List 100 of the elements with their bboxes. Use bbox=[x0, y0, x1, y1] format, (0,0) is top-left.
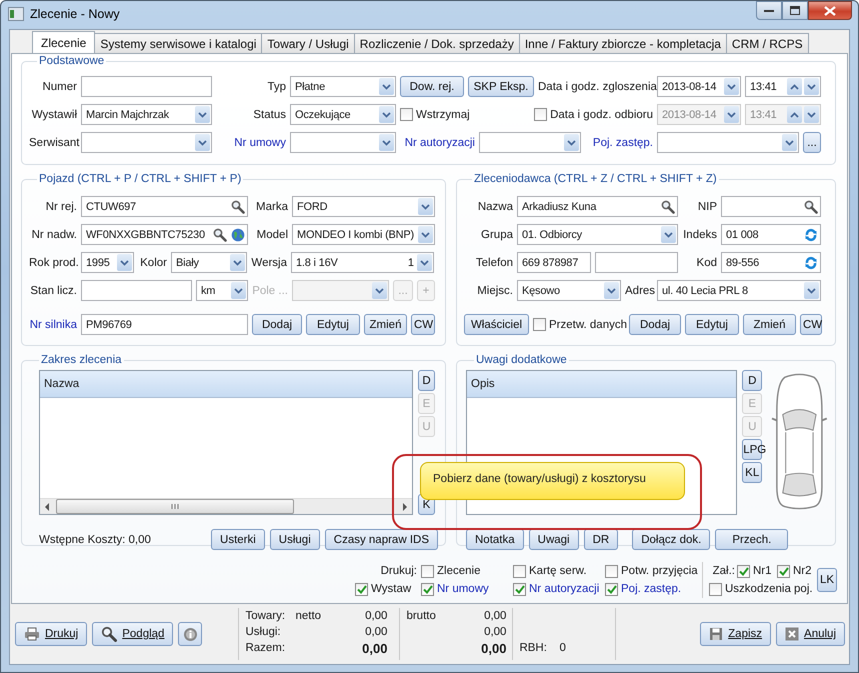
field-label: Serwisant bbox=[29, 136, 77, 148]
minimize-button[interactable] bbox=[756, 1, 782, 20]
dropdown-field[interactable]: MONDEO I kombi (BNP) bbox=[292, 224, 435, 245]
button[interactable]: Notatka bbox=[466, 529, 524, 550]
button[interactable]: DR bbox=[584, 529, 618, 550]
button[interactable]: CW bbox=[800, 314, 822, 335]
dropdown-field[interactable]: 01. Odbiorcy bbox=[517, 224, 678, 245]
column-header[interactable]: Opis bbox=[467, 371, 736, 398]
search-field[interactable]: Arkadiusz Kuna bbox=[517, 196, 678, 217]
button[interactable]: Dodaj bbox=[252, 314, 302, 335]
search-icon[interactable] bbox=[213, 228, 227, 242]
field-label: Numer bbox=[41, 80, 77, 92]
dropdown-field[interactable]: ul. 40 Lecia PRL 8 bbox=[657, 280, 821, 301]
lookup-field[interactable]: 01 008 bbox=[721, 224, 821, 245]
save-button[interactable]: Zapisz bbox=[700, 622, 772, 646]
dropdown-field[interactable]: Oczekujące bbox=[290, 104, 396, 125]
checkbox-label: Nr2 bbox=[793, 565, 812, 577]
dropdown-field[interactable] bbox=[479, 132, 581, 153]
button[interactable]: Zmień bbox=[743, 314, 796, 335]
dropdown-field[interactable] bbox=[657, 132, 799, 153]
tab[interactable]: Rozliczenie / Dok. sprzedaży bbox=[354, 33, 520, 53]
dropdown-field[interactable] bbox=[290, 132, 396, 153]
maximize-button[interactable] bbox=[782, 1, 808, 20]
cancel-button[interactable]: Anuluj bbox=[776, 622, 845, 646]
checkbox[interactable] bbox=[421, 564, 434, 578]
button[interactable]: Zmień bbox=[364, 314, 407, 335]
refresh-icon[interactable] bbox=[804, 228, 818, 242]
dropdown-field[interactable]: km bbox=[196, 280, 248, 301]
text-field[interactable] bbox=[595, 252, 678, 273]
tab[interactable]: Inne / Faktury zbiorcze - kompletacja bbox=[518, 33, 727, 53]
globe-icon[interactable] bbox=[231, 228, 245, 242]
lookup-field[interactable]: 89-556 bbox=[721, 252, 821, 273]
checkbox[interactable] bbox=[534, 108, 548, 121]
checkbox[interactable] bbox=[709, 582, 722, 596]
button[interactable]: LK bbox=[817, 568, 837, 592]
close-button[interactable] bbox=[808, 1, 852, 20]
button[interactable]: D bbox=[418, 370, 435, 391]
button[interactable]: CW bbox=[411, 314, 435, 335]
button[interactable]: Uwagi bbox=[528, 529, 579, 550]
dropdown-field[interactable]: 1995 bbox=[81, 252, 134, 273]
text-field[interactable] bbox=[81, 280, 192, 301]
checkbox[interactable] bbox=[533, 318, 546, 331]
dropdown-field[interactable] bbox=[81, 132, 212, 153]
checkbox[interactable] bbox=[355, 582, 368, 596]
button[interactable]: KL bbox=[742, 462, 762, 483]
checkbox[interactable] bbox=[400, 108, 413, 121]
text-field[interactable]: PM96769 bbox=[81, 314, 248, 335]
print-button[interactable]: Drukuj bbox=[15, 622, 88, 646]
button[interactable]: Czasy napraw IDS bbox=[324, 529, 438, 550]
checkbox[interactable] bbox=[605, 582, 618, 596]
checkbox[interactable] bbox=[737, 564, 750, 578]
tab[interactable]: Towary / Usługi bbox=[261, 33, 355, 53]
search-field[interactable]: WF0NXXGBBNTC75230 bbox=[81, 224, 248, 245]
horizontal-scrollbar[interactable] bbox=[40, 498, 412, 514]
search-icon[interactable] bbox=[661, 200, 675, 214]
button[interactable]: Przech. bbox=[715, 529, 788, 550]
field-label: Model bbox=[256, 228, 288, 240]
spin-up-icon[interactable] bbox=[787, 78, 802, 95]
button[interactable]: ... bbox=[803, 132, 821, 153]
date-field[interactable]: 2013-08-14 bbox=[657, 76, 741, 97]
text-field[interactable]: 669 878987 bbox=[517, 252, 591, 273]
button[interactable]: Usługi bbox=[270, 529, 320, 550]
dropdown-field[interactable]: Marcin Majchrzak bbox=[81, 104, 212, 125]
tab[interactable]: Zlecenie bbox=[32, 31, 96, 53]
dropdown-field[interactable]: 1.8 i 16V 1 bbox=[291, 252, 434, 273]
list-view[interactable]: Nazwa bbox=[39, 370, 413, 515]
time-field[interactable]: 13:41 bbox=[745, 76, 821, 97]
checkbox[interactable] bbox=[605, 564, 618, 578]
spin-down-icon[interactable] bbox=[804, 78, 819, 95]
field-label: Nr silnika bbox=[29, 318, 77, 330]
search-icon[interactable] bbox=[804, 200, 818, 214]
preview-button[interactable]: Podgląd bbox=[92, 622, 174, 646]
tab[interactable]: CRM / RCPS bbox=[726, 33, 809, 53]
checkbox[interactable] bbox=[513, 582, 526, 596]
refresh-icon[interactable] bbox=[804, 256, 818, 270]
button[interactable]: Edytuj bbox=[685, 314, 739, 335]
field-label: Grupa bbox=[480, 228, 513, 240]
tab[interactable]: Systemy serwisowe i katalogi bbox=[94, 33, 262, 53]
dropdown-field[interactable]: Biały bbox=[171, 252, 247, 273]
checkbox[interactable] bbox=[777, 564, 790, 578]
search-field[interactable]: CTUW697 bbox=[81, 196, 248, 217]
button[interactable]: Edytuj bbox=[306, 314, 360, 335]
checkbox-label: Potw. przyjęcia bbox=[621, 565, 698, 577]
checkbox[interactable] bbox=[513, 564, 526, 578]
button[interactable]: Usterki bbox=[211, 529, 265, 550]
dropdown-field[interactable]: FORD bbox=[292, 196, 435, 217]
search-field[interactable] bbox=[721, 196, 821, 217]
button[interactable]: SKP Eksp. bbox=[468, 76, 534, 97]
dropdown-field[interactable]: Kęsowo bbox=[517, 280, 621, 301]
dropdown-field[interactable]: Płatne bbox=[290, 76, 396, 97]
text-field[interactable] bbox=[81, 76, 212, 97]
checkbox[interactable] bbox=[421, 582, 434, 596]
button[interactable]: D bbox=[742, 370, 762, 391]
info-button[interactable] bbox=[178, 622, 202, 646]
search-icon[interactable] bbox=[231, 200, 245, 214]
column-header[interactable]: Nazwa bbox=[40, 371, 412, 398]
button[interactable]: Właściciel bbox=[464, 314, 529, 335]
button[interactable]: Dow. rej. bbox=[400, 76, 464, 97]
button[interactable]: Dołącz dok. bbox=[632, 529, 710, 550]
button[interactable]: Dodaj bbox=[629, 314, 681, 335]
